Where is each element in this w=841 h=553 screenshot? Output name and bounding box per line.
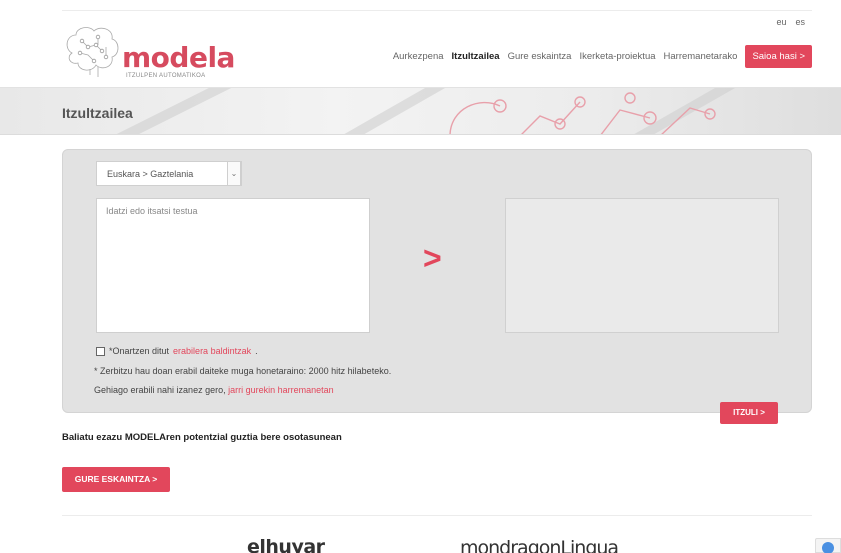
partner-logo-mondragon-lingua[interactable]: mondragonLingua: [460, 537, 619, 553]
login-button[interactable]: Saioa hasi >: [745, 45, 812, 68]
offer-button[interactable]: GURE ESKAINTZA >: [62, 467, 170, 492]
translator-panel: Euskara > Gaztelania ⌄ > *Onartzen ditut…: [62, 149, 812, 413]
contact-link[interactable]: jarri gurekin harremanetan: [228, 385, 334, 395]
terms-row: *Onartzen ditut erabilera baldintzak .: [96, 346, 258, 356]
logo[interactable]: modela ITZULPEN AUTOMATIKOA: [62, 23, 235, 79]
translation-output[interactable]: [505, 198, 779, 333]
footer-divider: [62, 515, 812, 516]
lang-es-link[interactable]: es: [795, 17, 805, 27]
nav-item-aurkezpena[interactable]: Aurkezpena: [393, 51, 444, 62]
brain-circuit-icon: [66, 27, 119, 77]
terms-checkbox[interactable]: [96, 346, 105, 356]
nav-item-harremanetarako[interactable]: Harremanetarako: [664, 51, 738, 62]
page-banner: Itzultzailea: [0, 87, 841, 135]
promo-text: Baliatu ezazu MODELAren potentzial guzti…: [62, 432, 342, 443]
contact-prefix: Gehiago erabili nahi izanez gero,: [94, 385, 229, 395]
page: eu es modela ITZULPEN AUTOMATIKOA Aurkez…: [0, 0, 841, 553]
logo-wordmark: modela: [122, 41, 235, 74]
terms-suffix: .: [255, 346, 258, 356]
nav-item-ikerketa-proiektua[interactable]: Ikerketa-proiektua: [579, 51, 655, 62]
top-divider: [62, 10, 812, 11]
source-text-input[interactable]: [96, 198, 370, 333]
partner-logo-elhuyar[interactable]: elhuyar: [247, 536, 325, 553]
lang-eu-link[interactable]: eu: [776, 17, 786, 27]
translate-button[interactable]: ITZULI >: [720, 402, 778, 424]
language-switcher: eu es: [776, 17, 805, 27]
page-title: Itzultzailea: [62, 105, 133, 121]
main-nav: Aurkezpena Itzultzailea Gure eskaintza I…: [393, 45, 812, 68]
recaptcha-icon: [822, 542, 834, 553]
language-direction-value: Euskara > Gaztelania: [107, 169, 194, 179]
usage-limit-note: * Zerbitzu hau doan erabil daiteke muga …: [94, 366, 392, 376]
logo-subtitle: ITZULPEN AUTOMATIKOA: [126, 73, 206, 79]
language-direction-select[interactable]: Euskara > Gaztelania ⌄: [96, 161, 242, 186]
nav-item-gure-eskaintza[interactable]: Gure eskaintza: [508, 51, 572, 62]
contact-note: Gehiago erabili nahi izanez gero, jarri …: [94, 385, 334, 395]
recaptcha-badge[interactable]: [815, 538, 841, 553]
nav-item-itzultzailea[interactable]: Itzultzailea: [452, 51, 500, 62]
translate-direction-arrow: >: [423, 240, 442, 276]
chevron-down-icon: ⌄: [227, 161, 241, 186]
terms-prefix: *Onartzen ditut: [109, 346, 170, 356]
terms-link[interactable]: erabilera baldintzak: [173, 346, 251, 356]
